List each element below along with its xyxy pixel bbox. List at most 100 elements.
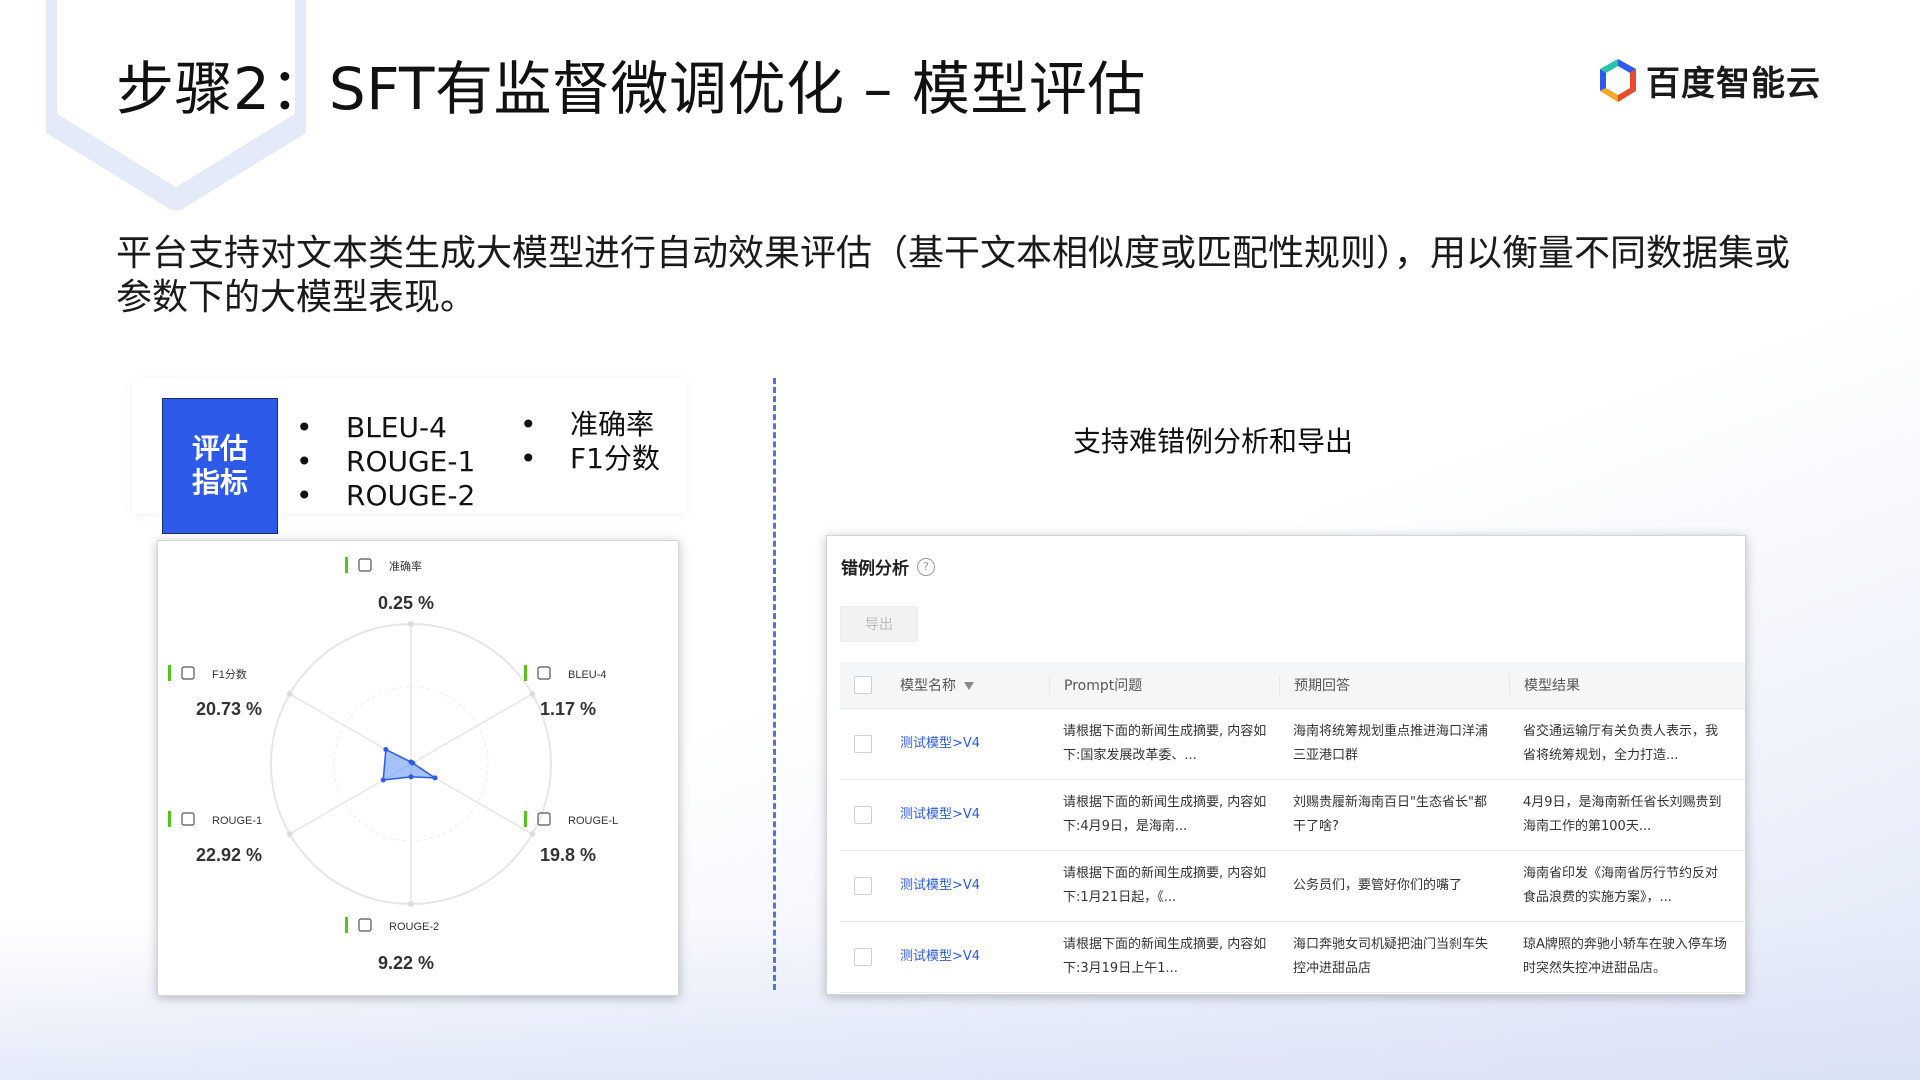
prompt-line: 下:3月19日上午1... [1063,961,1178,976]
row-checkbox[interactable] [854,735,872,753]
radar-value-label: 9.22 % [378,953,434,973]
help-icon[interactable]: ? [917,557,935,576]
radar-axis-label: ROUGE-2 [389,921,439,933]
metric-icon [358,558,372,572]
radar-data-point [380,777,386,783]
error-analysis-title: 错例分析 ? [841,554,935,579]
radar-axis-line [410,693,533,765]
expected-line: 海南将统筹规划重点推进海口洋浦 [1293,724,1489,739]
radar-axis-label: F1分数 [212,668,247,681]
radar-axis-label: ROUGE-L [568,815,618,827]
row-checkbox[interactable] [854,877,872,895]
metric-icon [181,812,195,826]
radar-label-accent-bar [345,557,348,573]
radar-value-label: 0.25 % [378,593,434,613]
table-row: 测试模型>V4 请根据下面的新闻生成摘要, 内容如 下:1月21日起，《... 公… [840,851,1745,922]
section-divider [773,378,776,990]
radar-value-label: 22.92 % [196,845,262,865]
radar-data-point [432,775,438,781]
model-name-link[interactable]: 测试模型>V4 [900,736,980,751]
row-checkbox[interactable] [854,948,872,966]
metric-badge: 评估 指标 [162,398,278,534]
prompt-line: 下:国家发展改革委、... [1063,748,1197,763]
brand-logo: 百度智能云 [1596,56,1821,105]
radar-axis-dot [286,691,293,697]
table-row: 测试模型>V4 请根据下面的新闻生成摘要, 内容如 下:国家发展改革委、... 海… [840,709,1745,780]
radar-chart: 准确率 0.25 % BLEU-4 1.17 % ROUGE-L 19.8 % ROUGE-… [168,557,618,973]
radar-axis-dot [408,621,414,627]
row-checkbox[interactable] [854,806,872,824]
table-row: 测试模型>V4 请根据下面的新闻生成摘要, 内容如 下:3月19日上午1... 海… [840,922,1745,993]
result-line: 时突然失控冲进甜品店。 [1523,961,1667,976]
select-all-checkbox[interactable] [854,676,872,694]
model-name-link[interactable]: 测试模型>V4 [900,878,980,893]
metric-icon [181,666,195,680]
radar-label-accent-bar [168,811,171,827]
expected-line: 刘赐贵履新海南百日"生态省长"都 [1293,795,1487,810]
result-line: 食品浪费的实施方案》，... [1523,890,1672,905]
prompt-line: 下:4月9日，是海南... [1063,819,1188,834]
expected-line: 三亚港口群 [1293,748,1359,763]
metric-icon [537,666,551,680]
prompt-line: 下:1月21日起，《... [1063,890,1177,905]
radar-axis-dot [529,831,536,837]
table-row: 测试模型>V4 请根据下面的新闻生成摘要, 内容如 下:4月9日，是海南... 刘… [840,780,1745,851]
result-line: 海南工作的第100天... [1523,819,1652,834]
radar-chart-card: 准确率 0.25 % BLEU-4 1.17 % ROUGE-L 19.8 % ROUGE-… [157,540,679,996]
baidu-cloud-logo-icon [1600,58,1636,102]
metric-item: BLEU-4 [296,411,475,445]
table-header-row: 模型名称 Prompt问题 预期回答 模型结果 [840,662,1745,709]
column-header-model: 模型名称 [900,678,956,694]
metric-badge-line2: 指标 [191,466,248,499]
radar-label-accent-bar [168,665,171,681]
result-line: 4月9日，是海南新任省长刘赐贵到 [1523,795,1722,810]
radar-axis-label: 准确率 [389,559,422,573]
prompt-line: 请根据下面的新闻生成摘要, 内容如 [1063,937,1267,952]
error-analysis-title-text: 错例分析 [841,559,909,579]
radar-value-label: 1.17 % [540,699,596,719]
model-name-link[interactable]: 测试模型>V4 [900,949,980,964]
radar-data-point [408,774,414,780]
result-line: 琼A牌照的奔驰小轿车在驶入停车场 [1523,937,1727,952]
prompt-line: 请根据下面的新闻生成摘要, 内容如 [1063,795,1267,810]
radar-axis-label: BLEU-4 [568,669,607,681]
metric-item: F1分数 [520,442,660,476]
radar-value-label: 19.8 % [540,845,596,865]
error-analysis-card: 错例分析 ? 导出 模型名称 Prompt问题 预期回答 模型结果 测试模型>V… [826,535,1746,995]
radar-label-accent-bar [524,811,527,827]
expected-line: 控冲进甜品店 [1293,961,1372,976]
radar-axis-dot [408,901,414,907]
export-button[interactable]: 导出 [840,606,918,642]
column-header-expected: 预期回答 [1279,675,1509,695]
radar-axis-dot [286,831,293,837]
metric-item: ROUGE-1 [296,445,475,479]
brand-name: 百度智能云 [1646,64,1821,104]
error-table: 模型名称 Prompt问题 预期回答 模型结果 测试模型>V4 请根据下面的新闻… [840,662,1745,993]
expected-line: 公务员们，要管好你们的嘴了 [1293,878,1463,893]
result-line: 省交通运输厅有关负责人表示，我 [1523,724,1719,739]
metric-badge-line1: 评估 [191,432,248,465]
intro-text: 平台支持对文本类生成大模型进行自动效果评估（基干文本相似度或匹配性规则），用以衡… [116,233,1791,318]
radar-axis-dot [529,691,536,697]
expected-line: 干了啥? [1293,819,1339,834]
prompt-line: 请根据下面的新闻生成摘要, 内容如 [1063,866,1267,881]
metric-list-left: BLEU-4 ROUGE-1 ROUGE-2 [296,411,475,513]
slide-title: 步骤2：SFT有监督微调优化 – 模型评估 [116,55,1146,123]
prompt-line: 请根据下面的新闻生成摘要, 内容如 [1063,724,1267,739]
metric-list-right: 准确率 F1分数 [520,408,660,476]
radar-label-accent-bar [524,665,527,681]
radar-label-accent-bar [345,917,348,933]
radar-data-point [383,746,389,752]
metric-item: 准确率 [520,408,660,442]
metric-item: ROUGE-2 [296,479,475,513]
radar-value-label: 20.73 % [196,699,262,719]
column-header-result: 模型结果 [1509,675,1739,695]
filter-icon[interactable] [964,682,974,690]
analysis-caption: 支持难错例分析和导出 [1073,425,1354,458]
column-header-prompt: Prompt问题 [1049,675,1279,695]
result-line: 省将统筹规划，全力打造... [1523,748,1679,763]
result-line: 海南省印发《海南省厉行节约反对 [1523,866,1719,881]
metric-icon [358,918,372,932]
model-name-link[interactable]: 测试模型>V4 [900,807,980,822]
radar-data-point [410,760,416,766]
